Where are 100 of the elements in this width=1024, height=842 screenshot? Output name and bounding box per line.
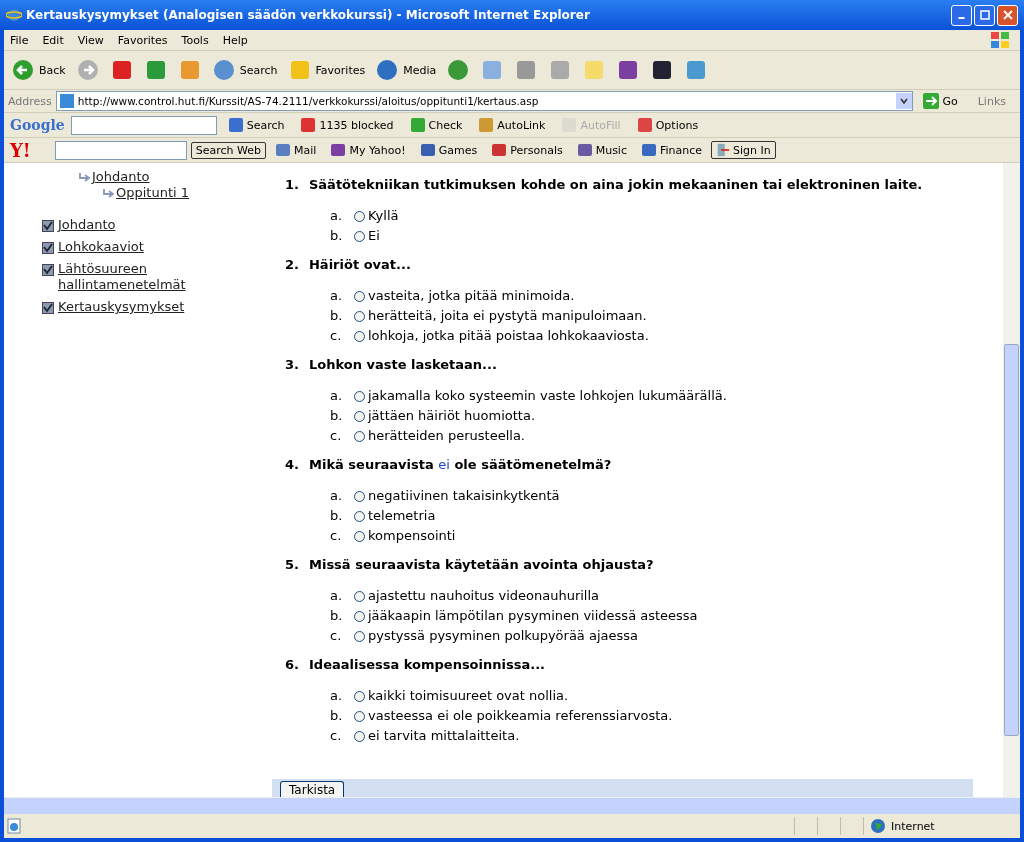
radio-button[interactable] <box>354 690 365 702</box>
page-icon <box>58 93 75 109</box>
option-letter: b. <box>330 707 344 725</box>
checkmark-icon <box>42 242 54 254</box>
option-letter: a. <box>330 587 344 605</box>
toolbar-button[interactable]: Favorites <box>284 56 369 84</box>
option-letter: b. <box>330 407 344 425</box>
option-letter: a. <box>330 687 344 705</box>
toolbar-button[interactable]: AutoLink <box>473 117 551 133</box>
sidebar-link[interactable]: Kertauskysymykset <box>58 299 208 315</box>
submit-button[interactable]: Tarkista <box>280 781 345 797</box>
radio-button[interactable] <box>354 730 365 742</box>
close-button[interactable] <box>997 4 1018 26</box>
option-label: jääkaapin lämpötilan pysyminen viidessä asteessa <box>368 607 698 625</box>
maximize-button[interactable] <box>974 4 995 26</box>
menu-item[interactable]: Tools <box>181 33 209 47</box>
radio-button[interactable] <box>354 630 365 642</box>
window-title: Kertauskysymykset (Analogisen säädön verkkokurssi) - Microsoft Internet Explorer <box>26 8 591 22</box>
toolbar-button[interactable]: Search <box>208 56 281 84</box>
toolbar-button[interactable]: My Yahoo! <box>325 142 411 158</box>
option-letter: c. <box>330 727 343 745</box>
checkmark-icon <box>42 264 54 276</box>
toolbar-button[interactable]: Games <box>414 142 483 158</box>
sidebar-link[interactable]: Lähtösuureen hallintamenetelmät <box>58 261 208 293</box>
google-search-field[interactable] <box>70 115 217 135</box>
arrow-icon <box>102 188 116 198</box>
menu-item[interactable]: Help <box>222 33 248 47</box>
toolbar-button[interactable]: 1135 blocked <box>295 117 399 133</box>
option-label: ei tarvita mittalaitteita. <box>368 727 520 745</box>
option-letter: a. <box>330 387 344 405</box>
toolbar-button[interactable]: Music <box>571 142 632 158</box>
option-letter: c. <box>330 527 343 545</box>
option-letter: c. <box>330 427 343 445</box>
option-letter: a. <box>330 287 344 305</box>
address-label: Address <box>8 94 52 108</box>
minimize-button[interactable] <box>951 4 972 26</box>
radio-button[interactable] <box>354 290 365 302</box>
question-number: 2. <box>285 256 299 274</box>
search-web-button[interactable]: Search Web <box>190 141 267 159</box>
horizontal-scrollbar[interactable] <box>4 797 1020 814</box>
radio-button[interactable] <box>354 230 365 242</box>
radio-button[interactable] <box>354 390 365 402</box>
toolbar-button[interactable]: Options <box>631 117 704 133</box>
option-label: vasteita, jotka pitää minimoida. <box>368 287 575 305</box>
go-button[interactable]: Go <box>917 93 964 109</box>
option-label: Ei <box>368 227 380 245</box>
checkmark-icon <box>42 302 54 314</box>
option-label: Kyllä <box>368 207 399 225</box>
toolbar-button[interactable]: Check <box>404 117 468 133</box>
toolbar-button[interactable]: Finance <box>636 142 708 158</box>
radio-button[interactable] <box>354 590 365 602</box>
radio-button[interactable] <box>354 430 365 442</box>
radio-button[interactable] <box>354 510 365 522</box>
question-number: 4. <box>285 456 299 474</box>
radio-button[interactable] <box>354 410 365 422</box>
caret-icon <box>899 96 910 106</box>
yahoo-search-field[interactable] <box>54 140 187 160</box>
question-text: Lohkon vaste lasketaan... <box>309 356 497 374</box>
option-label: telemetria <box>368 507 436 525</box>
close-icon <box>1002 10 1013 20</box>
go-arrow-icon <box>923 93 940 109</box>
option-label: pystyssä pysyminen polkupyörää ajaessa <box>368 627 638 645</box>
menu-item[interactable]: File <box>10 33 29 47</box>
windows-logo-icon <box>990 31 1010 49</box>
radio-button[interactable] <box>354 530 365 542</box>
toolbar-button[interactable]: Search <box>222 117 290 133</box>
google-logo: Google <box>10 117 65 133</box>
toolbar-button[interactable]: Media <box>372 56 440 84</box>
radio-button[interactable] <box>354 710 365 722</box>
menu-item[interactable]: Favorites <box>117 33 168 47</box>
sidebar-link[interactable]: Johdanto <box>92 169 150 185</box>
toolbar-button[interactable]: Personals <box>486 142 568 158</box>
links-label[interactable]: Links <box>967 94 1016 108</box>
address-field[interactable]: http://www.control.hut.fi/Kurssit/AS-74.2111/verkkokurssi/aloitus/oppitunti1/kertaus.asp <box>55 91 914 111</box>
radio-button[interactable] <box>354 310 365 322</box>
radio-button[interactable] <box>354 210 365 222</box>
sidebar-link[interactable]: Lohkokaaviot <box>58 239 208 255</box>
question-text: Mikä seuraavista ei ole säätömenetelmä? <box>309 456 612 474</box>
menu-item[interactable]: View <box>77 33 104 47</box>
option-letter: a. <box>330 207 344 225</box>
sidebar-link[interactable]: Johdanto <box>58 217 208 233</box>
option-label: vasteessa ei ole poikkeamia referenssiarvosta. <box>368 707 673 725</box>
menu-item[interactable]: Edit <box>42 33 64 47</box>
arrow-icon <box>78 172 92 182</box>
sign-in-button[interactable]: Sign In <box>711 141 776 159</box>
question-number: 1. <box>285 176 299 194</box>
vertical-scrollbar[interactable] <box>1003 163 1020 797</box>
page-icon <box>6 818 22 834</box>
question-text: Ideaalisessa kompensoinnissa... <box>309 656 546 674</box>
question-text: Häiriöt ovat... <box>309 256 411 274</box>
yahoo-logo: Y! <box>10 139 32 161</box>
toolbar-button[interactable]: Mail <box>270 142 322 158</box>
zone-label: Internet <box>891 819 935 833</box>
sidebar-link[interactable]: Oppitunti 1 <box>116 185 190 201</box>
dropdown-button[interactable] <box>896 93 913 109</box>
radio-button[interactable] <box>354 330 365 342</box>
radio-button[interactable] <box>354 490 365 502</box>
toolbar-button[interactable]: Back <box>8 56 69 84</box>
radio-button[interactable] <box>354 610 365 622</box>
option-label: jakamalla koko systeemin vaste lohkojen lukumäärällä. <box>368 387 727 405</box>
